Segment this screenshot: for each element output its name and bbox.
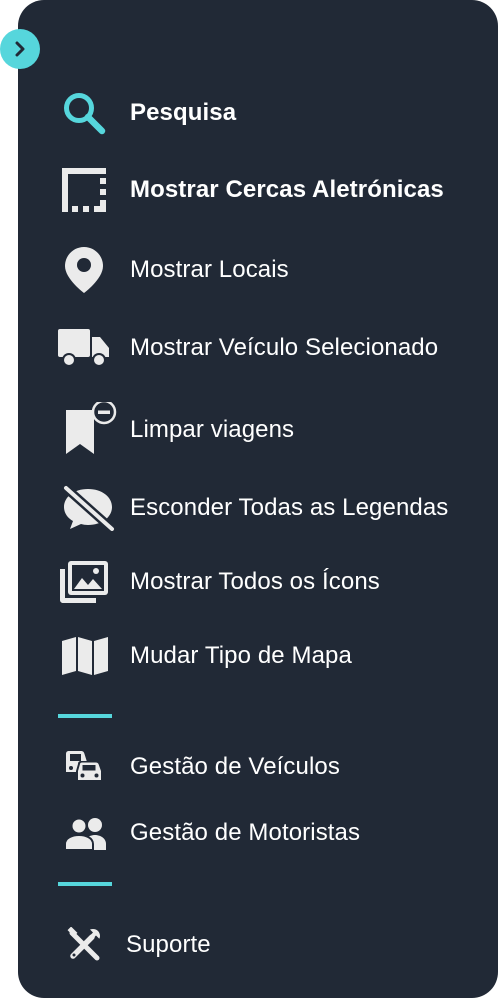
menu-item-show-icons[interactable]: Mostrar Todos os Ícons (18, 552, 498, 612)
menu-item-map-type[interactable]: Mudar Tipo de Mapa (18, 626, 498, 686)
location-pin-icon (65, 247, 103, 293)
cars-icon (64, 750, 106, 784)
menu-item-label: Gestão de Motoristas (130, 819, 361, 846)
menu-item-label: Mostrar Veículo Selecionado (130, 334, 439, 361)
menu-item-label: Mostrar Todos os Ícons (130, 568, 380, 595)
menu-item-label: Suporte (126, 931, 211, 958)
tools-icon (66, 927, 102, 963)
menu-item-driver-management[interactable]: Gestão de Motoristas (18, 803, 498, 863)
speech-bubble-off-icon (60, 485, 116, 531)
menu-item-geofences[interactable]: Mostrar Cercas Aletrónicas (18, 160, 498, 220)
menu-item-label: Gestão de Veículos (130, 753, 340, 780)
menu-item-vehicle-management[interactable]: Gestão de Veículos (18, 737, 498, 797)
collapse-toggle-button[interactable] (0, 29, 40, 69)
menu-item-label: Mostrar Cercas Aletrónicas (130, 176, 444, 203)
menu-item-label: Limpar viagens (130, 416, 295, 443)
menu-item-locations[interactable]: Mostrar Locais (18, 240, 498, 300)
section-divider (58, 882, 112, 886)
search-icon (60, 89, 108, 137)
chevron-right-icon (13, 41, 27, 57)
menu-item-selected-vehicle[interactable]: Mostrar Veículo Selecionado (18, 318, 498, 378)
photo-library-icon (60, 561, 108, 603)
menu-item-support[interactable]: Suporte (18, 915, 498, 975)
menu-item-label: Mostrar Locais (130, 256, 289, 283)
menu-item-label: Esconder Todas as Legendas (130, 494, 449, 521)
map-icon (62, 637, 108, 675)
side-menu-panel: Pesquisa Mostrar Cercas Aletrónicas Most… (18, 0, 498, 998)
menu-item-search[interactable]: Pesquisa (18, 83, 498, 143)
people-icon (65, 816, 107, 850)
bookmark-remove-icon (64, 402, 120, 458)
menu-item-clear-trips[interactable]: Limpar viagens (18, 400, 498, 460)
section-divider (58, 714, 112, 718)
geofence-icon (62, 168, 106, 212)
menu-item-hide-labels[interactable]: Esconder Todas as Legendas (18, 478, 498, 538)
menu-item-label: Pesquisa (130, 99, 237, 126)
menu-item-label: Mudar Tipo de Mapa (130, 642, 352, 669)
truck-icon (58, 327, 110, 369)
